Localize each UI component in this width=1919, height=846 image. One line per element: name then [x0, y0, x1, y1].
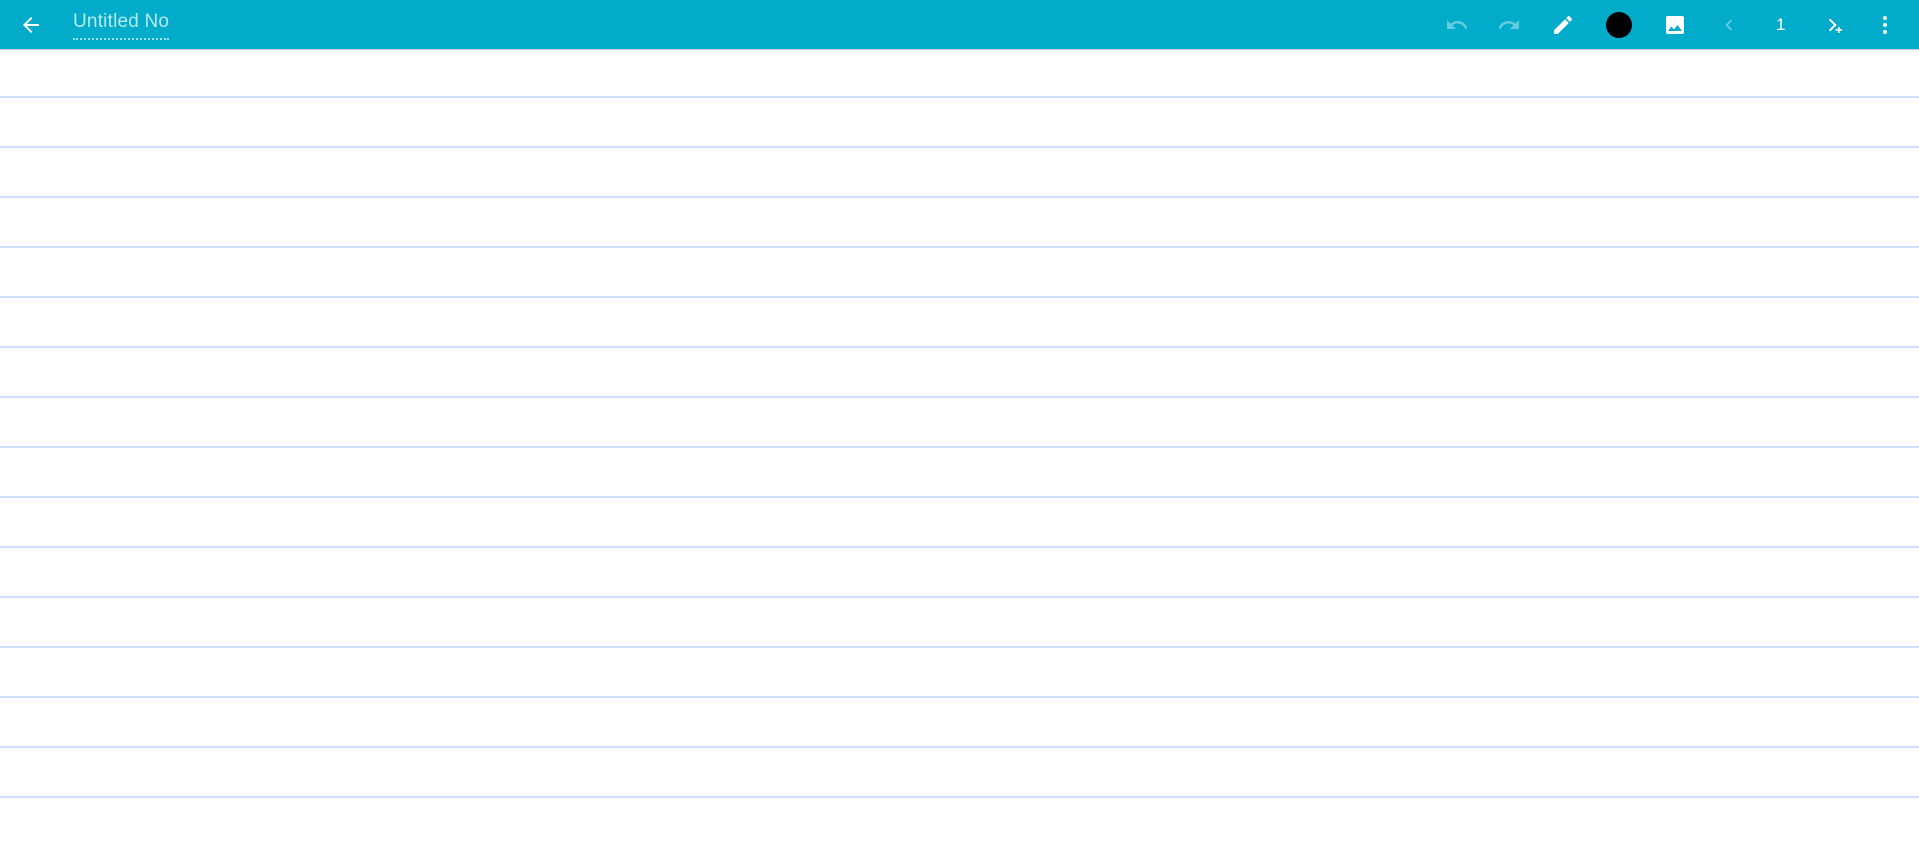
more-vert-icon	[1875, 14, 1895, 36]
page-number-button[interactable]: 1	[1761, 5, 1801, 45]
toolbar-actions: 1	[1431, 0, 1911, 49]
color-swatch-icon	[1606, 11, 1632, 38]
insert-image-button[interactable]	[1655, 5, 1695, 45]
redo-button[interactable]	[1489, 5, 1529, 45]
arrow-left-icon	[23, 16, 39, 33]
undo-icon	[1447, 19, 1468, 29]
color-picker-button[interactable]	[1599, 5, 1639, 45]
note-title-container	[73, 9, 169, 40]
back-button[interactable]	[14, 8, 48, 42]
chevron-left-icon	[1725, 19, 1733, 30]
more-options-button[interactable]	[1865, 5, 1905, 45]
page-number-label: 1	[1776, 14, 1786, 34]
redo-icon	[1498, 19, 1519, 29]
chevron-right-plus-icon	[1828, 18, 1842, 33]
undo-button[interactable]	[1437, 5, 1477, 45]
note-editor-window: 1	[0, 0, 1919, 846]
app-bar-shadow	[0, 49, 1919, 52]
note-drawing-canvas[interactable]	[0, 49, 1919, 846]
note-title-input[interactable]	[73, 11, 169, 38]
note-title-underline	[73, 38, 169, 40]
pen-tool-button[interactable]	[1543, 5, 1583, 45]
previous-page-button[interactable]	[1709, 5, 1749, 45]
image-icon	[1666, 15, 1684, 34]
top-app-bar: 1	[0, 0, 1919, 49]
add-page-button[interactable]	[1813, 5, 1853, 45]
pencil-icon	[1554, 15, 1573, 34]
